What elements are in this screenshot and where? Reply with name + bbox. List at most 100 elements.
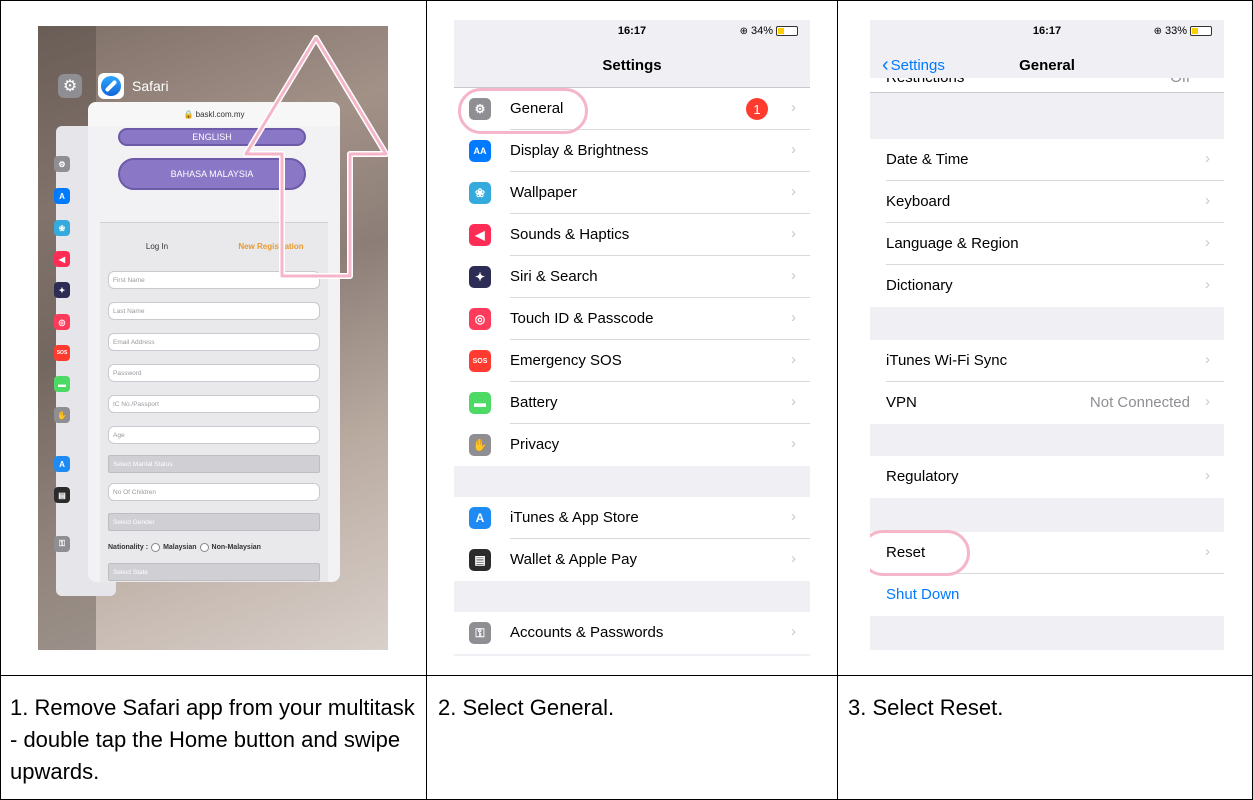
row-label: Accounts & Passwords <box>510 624 664 641</box>
chevron-right-icon: › <box>791 550 796 567</box>
fingerprint-icon: ◎ <box>469 308 491 330</box>
table-divider-1 <box>426 0 427 800</box>
chevron-right-icon: › <box>791 508 796 525</box>
general-row-date-time[interactable]: Date & Time › <box>870 139 1224 181</box>
settings-row-touch-id-passcode[interactable]: ◎ Touch ID & Passcode › <box>454 298 810 340</box>
status-battery: ⊕ 33% <box>1154 25 1212 37</box>
general-row-regulatory[interactable]: Regulatory › <box>870 456 1224 498</box>
multitask-screenshot: ⚙ A ❀ ◀ ✦ ◎ SOS ▬ ✋ A ▤ ⚿ ⚙ Safari 🔒 bas… <box>38 26 388 650</box>
shut-down-button[interactable]: Shut Down <box>870 574 1224 616</box>
key-icon: ⚿ <box>469 622 491 644</box>
row-label: Date & Time <box>886 151 969 168</box>
row-label: Language & Region <box>886 235 1019 252</box>
general-row-reset[interactable]: Reset › <box>870 532 1224 574</box>
table-border-left <box>0 0 1 800</box>
row-label: Sounds & Haptics <box>510 226 630 243</box>
caption-step-2: 2. Select General. <box>438 695 615 720</box>
settings-row-wallpaper[interactable]: ❀ Wallpaper › <box>454 172 810 214</box>
general-row-dictionary[interactable]: Dictionary › <box>870 265 1224 307</box>
settings-row-siri-search[interactable]: ✦ Siri & Search › <box>454 256 810 298</box>
row-label: iTunes & App Store <box>510 509 639 526</box>
battery-level-icon <box>1190 26 1212 36</box>
siri-icon: ✦ <box>469 266 491 288</box>
row-label: Display & Brightness <box>510 142 649 159</box>
row-label: Touch ID & Passcode <box>510 310 654 327</box>
settings-row-battery[interactable]: ▬ Battery › <box>454 382 810 424</box>
row-label: Wallet & Apple Pay <box>510 551 638 568</box>
row-label: Siri & Search <box>510 268 598 285</box>
page-title: General <box>1019 57 1075 74</box>
page-title: Settings <box>602 57 662 74</box>
battery-level-icon <box>776 26 798 36</box>
status-bar: 16:17 ⊕ 33% <box>870 20 1224 42</box>
chevron-right-icon: › <box>1205 234 1210 251</box>
row-label: Privacy <box>510 436 560 453</box>
caption-step-3: 3. Select Reset. <box>848 695 1004 720</box>
hand-icon: ✋ <box>469 434 491 456</box>
location-icon: ⊕ <box>739 25 748 37</box>
chevron-right-icon: › <box>1205 192 1210 209</box>
settings-screenshot: 16:17 ⊕ 34% Settings ⚙ General 1 › AA Di… <box>454 20 810 656</box>
notification-badge: 1 <box>746 98 768 120</box>
chevron-right-icon: › <box>1205 543 1210 560</box>
app-store-icon: A <box>469 507 491 529</box>
row-label: Wallpaper <box>510 184 577 201</box>
restrictions-row[interactable]: Restrictions Off <box>870 78 1224 92</box>
settings-row-wallet-apple-pay[interactable]: ▤ Wallet & Apple Pay › <box>454 539 810 581</box>
table-border-top <box>0 0 1253 1</box>
table-border-middle <box>0 675 1253 676</box>
sos-icon: SOS <box>469 350 491 372</box>
chevron-right-icon: › <box>1205 351 1210 368</box>
settings-row-accounts-passwords[interactable]: ⚿ Accounts & Passwords › <box>454 612 810 654</box>
chevron-right-icon: › <box>791 183 796 200</box>
chevron-right-icon: › <box>1205 150 1210 167</box>
general-screenshot: 16:17 ⊕ 33% ‹ Settings General Restricti… <box>870 20 1224 650</box>
chevron-right-icon: › <box>791 141 796 158</box>
chevron-right-icon: › <box>791 225 796 242</box>
chevron-right-icon: › <box>791 435 796 452</box>
table-divider-2 <box>837 0 838 800</box>
row-label: VPN <box>886 394 917 411</box>
chevron-right-icon: › <box>1205 276 1210 293</box>
status-battery: ⊕ 34% <box>740 25 798 37</box>
display-icon: AA <box>469 140 491 162</box>
row-label: Regulatory <box>886 468 959 485</box>
settings-row-privacy[interactable]: ✋ Privacy › <box>454 424 810 466</box>
row-label: Emergency SOS <box>510 352 622 369</box>
general-row-itunes-wi-fi-sync[interactable]: iTunes Wi-Fi Sync › <box>870 340 1224 382</box>
row-label: Keyboard <box>886 193 951 210</box>
row-value: Off <box>1170 78 1190 86</box>
general-row-keyboard[interactable]: Keyboard › <box>870 181 1224 223</box>
chevron-right-icon: › <box>1205 393 1210 410</box>
caption-step-1: 1. Remove Safari app from your multitask… <box>10 695 415 784</box>
settings-row-general[interactable]: ⚙ General 1 › <box>454 88 810 130</box>
battery-icon: ▬ <box>469 392 491 414</box>
row-value: Not Connected <box>1089 394 1190 411</box>
chevron-right-icon: › <box>791 623 796 640</box>
row-label: iTunes Wi-Fi Sync <box>886 352 1008 369</box>
row-label: Reset <box>886 544 926 561</box>
battery-percent: 33% <box>1164 25 1187 37</box>
general-row-vpn[interactable]: VPN Not Connected › <box>870 382 1224 424</box>
location-icon: ⊕ <box>1153 25 1162 37</box>
row-label: Restrictions <box>886 78 964 86</box>
chevron-right-icon: › <box>791 99 796 116</box>
row-label: Battery <box>510 394 558 411</box>
settings-row-display-brightness[interactable]: AA Display & Brightness › <box>454 130 810 172</box>
status-bar: 16:17 ⊕ 34% <box>454 20 810 42</box>
speaker-icon: ◀ <box>469 224 491 246</box>
row-label: Dictionary <box>886 277 953 294</box>
general-row-language-region[interactable]: Language & Region › <box>870 223 1224 265</box>
row-label: Shut Down <box>886 586 960 603</box>
nav-separator <box>870 92 1224 93</box>
settings-row-sounds-haptics[interactable]: ◀ Sounds & Haptics › <box>454 214 810 256</box>
row-label: General <box>510 100 564 117</box>
settings-row-itunes-app-store[interactable]: A iTunes & App Store › <box>454 497 810 539</box>
gear-icon: ⚙ <box>469 98 491 120</box>
swipe-up-arrow-icon <box>243 35 388 279</box>
settings-row-emergency-sos[interactable]: SOS Emergency SOS › <box>454 340 810 382</box>
chevron-right-icon: › <box>791 393 796 410</box>
wallpaper-icon: ❀ <box>469 182 491 204</box>
chevron-right-icon: › <box>791 267 796 284</box>
chevron-right-icon: › <box>791 351 796 368</box>
